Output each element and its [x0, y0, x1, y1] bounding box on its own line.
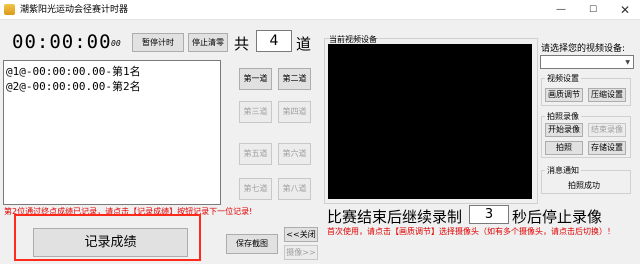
lane-7-button[interactable]: 第七道	[239, 178, 272, 200]
video-device-select[interactable]: ▼	[540, 55, 634, 69]
take-photo-button[interactable]: 拍照	[545, 141, 583, 155]
timer-subsecond: 00	[111, 39, 121, 48]
continue-seconds-input[interactable]: 3	[469, 205, 509, 224]
record-result-button[interactable]: 记录成绩	[33, 228, 188, 257]
chevron-down-icon: ▼	[625, 59, 630, 66]
first-use-notice: 首次使用，请点击【画质调节】选择摄像头（如有多个摄像头，请点击后切换）！	[327, 227, 615, 236]
stop-recording-button[interactable]: 结束录像	[588, 123, 626, 137]
storage-settings-button[interactable]: 存储设置	[588, 141, 626, 155]
lane-count-input[interactable]: 4	[256, 30, 292, 52]
pause-timer-button[interactable]: 暂停计时	[132, 33, 184, 52]
lane-4-button[interactable]: 第四道	[278, 101, 311, 123]
quality-adjust-button[interactable]: 画质调节	[545, 88, 583, 102]
stop-reset-button[interactable]: 停止清零	[188, 33, 228, 52]
maximize-button[interactable]: ☐	[578, 0, 608, 20]
close-window-button[interactable]: ✕	[610, 0, 640, 20]
open-camera-button[interactable]: 摄像>>	[284, 245, 318, 260]
app-icon	[4, 4, 15, 15]
minimize-button[interactable]: —	[546, 0, 576, 20]
message-text: 拍照成功	[568, 181, 600, 190]
start-recording-button[interactable]: 开始录像	[545, 123, 583, 137]
video-settings-title: 视频设置	[545, 73, 581, 84]
save-screenshot-button[interactable]: 保存截图	[226, 234, 278, 254]
lane-count-prefix: 共	[234, 35, 250, 53]
continue-record-suffix: 秒后停止录像	[512, 208, 603, 226]
record-line: @2@-00:00:00.00-第2名	[6, 80, 141, 93]
lane-5-button[interactable]: 第五道	[239, 143, 272, 165]
lane-count-suffix: 道	[296, 35, 312, 53]
record-line: @1@-00:00:00.00-第1名	[6, 65, 141, 78]
lane-1-button[interactable]: 第一道	[239, 68, 272, 90]
record-list[interactable]: @1@-00:00:00.00-第1名 @2@-00:00:00.00-第2名	[3, 60, 221, 205]
message-group-title: 消息通知	[545, 165, 581, 176]
lane-6-button[interactable]: 第六道	[278, 143, 311, 165]
video-preview	[328, 44, 532, 199]
lane-8-button[interactable]: 第八道	[278, 178, 311, 200]
lane-3-button[interactable]: 第三道	[239, 101, 272, 123]
compress-settings-button[interactable]: 压缩设置	[588, 88, 626, 102]
title-bar: 潮紫阳光运动会径赛计时器 — ☐ ✕	[0, 0, 640, 20]
lane-2-button[interactable]: 第二道	[278, 68, 311, 90]
device-select-label: 请选择您的视频设备:	[541, 44, 626, 54]
window-title: 潮紫阳光运动会径赛计时器	[20, 5, 129, 15]
continue-record-label: 比赛结束后继续录制	[327, 208, 463, 226]
capture-group-title: 拍照录像	[545, 111, 581, 122]
close-camera-button[interactable]: <<关闭	[284, 227, 318, 242]
timer-display: 00:00:00	[12, 31, 112, 53]
